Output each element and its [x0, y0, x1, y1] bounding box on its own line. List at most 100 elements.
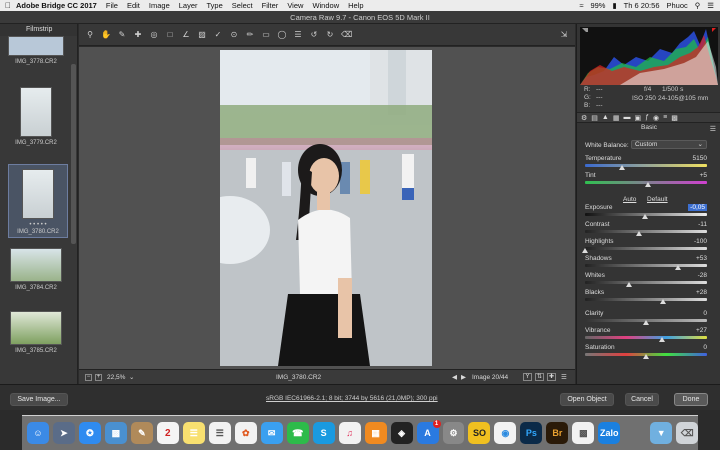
hand-tool-icon[interactable]: ✋: [101, 30, 111, 40]
tab-presets-icon[interactable]: ≡: [663, 114, 667, 121]
targeted-adjustment-icon[interactable]: ◎: [149, 30, 159, 40]
finder-icon[interactable]: ☺: [27, 422, 49, 444]
preview-image[interactable]: [220, 50, 432, 366]
photoshop-icon[interactable]: Ps: [520, 422, 543, 444]
clarity-slider-handle[interactable]: [643, 320, 649, 325]
workflow-options-link[interactable]: sRGB IEC61966-2.1; 8 bit; 3744 by 5616 (…: [266, 395, 438, 402]
transform-tool-icon[interactable]: ▨: [197, 30, 207, 40]
tab-tone-curve-icon[interactable]: ▤: [591, 114, 598, 122]
cancel-button[interactable]: Cancel: [625, 393, 659, 406]
highlights-slider-handle[interactable]: [582, 248, 588, 253]
adjustment-brush-icon[interactable]: ✏: [245, 30, 255, 40]
zoom-in-icon[interactable]: +: [95, 373, 102, 381]
highlights-value[interactable]: -100: [694, 238, 707, 245]
white-balance-tool-icon[interactable]: ✎: [117, 30, 127, 40]
tab-snapshots-icon[interactable]: ▩: [671, 114, 678, 122]
next-image-icon[interactable]: ▶: [461, 373, 466, 381]
launchpad-icon[interactable]: ➤: [52, 422, 75, 444]
preview-app-icon[interactable]: ▩: [572, 422, 595, 444]
preferences-icon[interactable]: ☰: [293, 30, 303, 40]
radial-filter-icon[interactable]: ◯: [277, 30, 287, 40]
calendar-icon[interactable]: 2: [156, 422, 179, 444]
auto-link[interactable]: Auto: [623, 196, 636, 203]
tab-split-toning-icon[interactable]: ▬: [623, 114, 630, 121]
contrast-value[interactable]: -11: [698, 221, 707, 228]
clock[interactable]: Th 6 20:56: [624, 1, 660, 10]
tab-camera-calibration-icon[interactable]: ◉: [653, 114, 659, 122]
tint-slider[interactable]: [585, 181, 707, 187]
red-eye-icon[interactable]: ⊙: [229, 30, 239, 40]
bridge-icon[interactable]: Br: [546, 422, 569, 444]
battery-icon[interactable]: ▮: [612, 1, 616, 10]
tab-lens-icon[interactable]: ▣: [634, 114, 641, 122]
white-balance-select[interactable]: Custom ⌄: [631, 140, 707, 149]
done-button[interactable]: Done: [674, 393, 708, 406]
menu-type[interactable]: Type: [207, 1, 223, 10]
shazam-icon[interactable]: S: [312, 422, 335, 444]
rotate-right-icon[interactable]: ↻: [325, 30, 335, 40]
tab-detail-icon[interactable]: ▲: [602, 114, 609, 121]
facetime-icon[interactable]: ☎: [286, 422, 309, 444]
zoom-level[interactable]: 22,5%: [107, 374, 125, 381]
blacks-slider[interactable]: [585, 298, 707, 304]
shadows-slider-handle[interactable]: [674, 265, 681, 270]
search-icon[interactable]: ⚲: [695, 1, 701, 10]
reminders-icon[interactable]: ☰: [208, 422, 231, 444]
clarity-value[interactable]: 0: [703, 310, 707, 317]
tint-value[interactable]: +5: [700, 172, 707, 179]
blacks-value[interactable]: +28: [696, 289, 707, 296]
whites-value[interactable]: -28: [698, 272, 707, 279]
downloads-folder-icon[interactable]: ▼: [650, 422, 673, 444]
shadows-slider[interactable]: [585, 264, 707, 270]
trash-bin-icon[interactable]: ⌫: [676, 422, 699, 444]
list-icon[interactable]: ☰: [707, 1, 714, 10]
filmstrip-item-selected[interactable]: • • • • • IMG_3780.CR2: [8, 164, 68, 238]
whites-slider[interactable]: [585, 281, 707, 287]
zoom-dropdown-icon[interactable]: ⌄: [129, 373, 134, 381]
vibrance-slider[interactable]: [585, 336, 707, 342]
temperature-slider-handle[interactable]: [618, 165, 625, 170]
saturation-value[interactable]: 0: [703, 344, 707, 351]
photos-icon[interactable]: ✿: [234, 422, 257, 444]
zalo-icon[interactable]: Zalo: [598, 422, 621, 444]
highlight-clipping-icon[interactable]: [712, 28, 716, 32]
copy-settings-icon[interactable]: ✚: [547, 373, 556, 381]
spot-removal-icon[interactable]: ✓: [213, 30, 223, 40]
contrast-slider[interactable]: [585, 230, 707, 236]
exposure-slider-handle[interactable]: [641, 214, 648, 219]
clarity-slider[interactable]: [585, 319, 707, 325]
view-options-icon[interactable]: ☰: [561, 373, 567, 381]
books-icon[interactable]: ▦: [364, 422, 387, 444]
apple-menu-icon[interactable]: : [0, 1, 16, 10]
chrome-icon[interactable]: ◉: [494, 422, 517, 444]
notes-icon[interactable]: ✎: [130, 422, 153, 444]
graduated-filter-icon[interactable]: ▭: [261, 30, 271, 40]
panel-menu-icon[interactable]: ☰: [710, 125, 716, 133]
menu-edit[interactable]: Edit: [127, 1, 140, 10]
app-menu[interactable]: Adobe Bridge CC 2017: [16, 1, 97, 10]
saturation-slider[interactable]: [585, 353, 707, 359]
tab-hsl-icon[interactable]: ▦: [613, 114, 620, 122]
menu-select[interactable]: Select: [232, 1, 253, 10]
shadows-value[interactable]: +53: [696, 255, 707, 262]
dashboard-icon[interactable]: ◈: [390, 422, 413, 444]
slideshow-app-icon[interactable]: SO: [468, 422, 491, 444]
tab-effects-icon[interactable]: ƒ: [645, 114, 649, 121]
filmstrip-item[interactable]: IMG_3778.CR2: [6, 36, 66, 65]
toggle-fullscreen-icon[interactable]: ⇲: [559, 30, 569, 40]
zoom-out-icon[interactable]: −: [85, 373, 92, 381]
wifi-icon[interactable]: ≈: [579, 1, 583, 10]
before-after-icon[interactable]: Y: [523, 373, 532, 381]
rotate-left-icon[interactable]: ↺: [309, 30, 319, 40]
highlights-slider[interactable]: [582, 247, 707, 253]
filmstrip-item[interactable]: IMG_3779.CR2: [6, 87, 66, 146]
straighten-tool-icon[interactable]: ∠: [181, 30, 191, 40]
open-object-button[interactable]: Open Object: [560, 393, 614, 406]
default-link[interactable]: Default: [647, 196, 668, 203]
filmstrip-scrollbar[interactable]: [71, 64, 76, 244]
music-icon[interactable]: ♫: [338, 422, 361, 444]
messages-icon[interactable]: ✉: [260, 422, 283, 444]
menu-help[interactable]: Help: [348, 1, 363, 10]
rating-stars[interactable]: • • • • •: [9, 222, 67, 228]
temperature-value[interactable]: 5150: [693, 155, 707, 162]
